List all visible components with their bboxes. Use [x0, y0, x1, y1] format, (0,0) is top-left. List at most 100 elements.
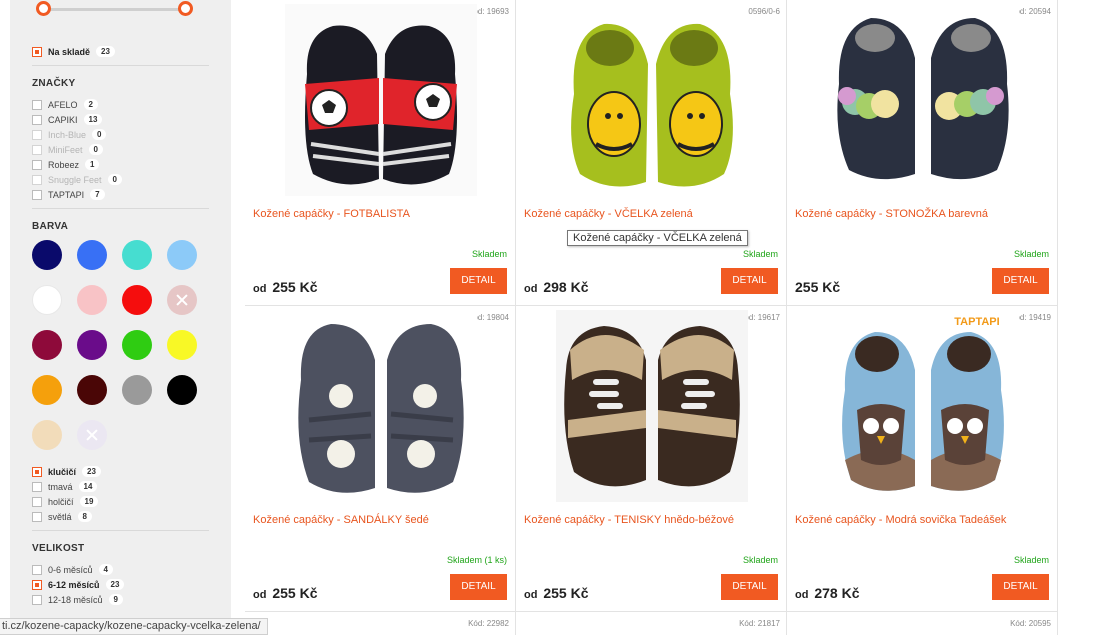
- detail-button[interactable]: DETAIL: [450, 574, 507, 600]
- slider-min-handle[interactable]: [36, 1, 51, 16]
- in-stock-label: Na skladě: [48, 46, 91, 57]
- color-swatch-black[interactable]: [167, 375, 197, 405]
- brand-checkbox[interactable]: [32, 99, 42, 110]
- product-card[interactable]: Kód: 20594 Kožené capáčky - STONOŽKA bar…: [787, 0, 1058, 306]
- gender-checkbox[interactable]: [32, 481, 42, 492]
- size-checkbox[interactable]: [32, 594, 42, 605]
- brand-checkbox[interactable]: [32, 189, 42, 200]
- product-price: 255 Kč: [795, 279, 840, 295]
- size-filter-0-6[interactable]: 0-6 měsíců 4: [32, 562, 209, 577]
- product-title-link[interactable]: Kožené capáčky - FOTBALISTA: [253, 208, 410, 220]
- slider-track: [42, 8, 189, 11]
- color-swatch-navy[interactable]: [32, 240, 62, 270]
- product-image[interactable]: [285, 4, 477, 196]
- product-card[interactable]: Kód: 19617 Kožené capáčky - TENISKY hněd…: [516, 306, 787, 612]
- product-title-link[interactable]: Kožené capáčky - SANDÁLKY šedé: [253, 514, 429, 526]
- brand-checkbox[interactable]: [32, 159, 42, 170]
- in-stock-checkbox[interactable]: [32, 46, 42, 57]
- product-price: od 255 Kč: [253, 585, 318, 601]
- size-filter-12-18[interactable]: 12-18 měsíců 9: [32, 592, 209, 607]
- product-card[interactable]: Kód: 21817: [516, 612, 787, 635]
- color-swatch-red[interactable]: [122, 285, 152, 315]
- slider-max-handle[interactable]: [178, 1, 193, 16]
- size-checkbox[interactable]: [32, 564, 42, 575]
- size-title: VELIKOST: [32, 543, 85, 554]
- gender-filter-dark[interactable]: tmavá 14: [32, 479, 209, 494]
- brand-checkbox: [32, 129, 42, 140]
- product-image[interactable]: [827, 4, 1019, 196]
- filter-count: 8: [77, 511, 92, 522]
- product-card[interactable]: Kód: 19693 Kožené capáčky - FOTBALISTA S…: [245, 0, 516, 306]
- gender-checkbox[interactable]: [32, 466, 42, 477]
- product-image[interactable]: [285, 310, 477, 502]
- color-swatch-beige[interactable]: [32, 420, 62, 450]
- gender-filter-light[interactable]: světlá 8: [32, 509, 209, 524]
- color-swatch-turquoise[interactable]: [122, 240, 152, 270]
- size-filter-6-12[interactable]: 6-12 měsíců 23: [32, 577, 209, 592]
- color-swatch-orange[interactable]: [32, 375, 62, 405]
- color-swatch-purple[interactable]: [77, 330, 107, 360]
- detail-button[interactable]: DETAIL: [721, 574, 778, 600]
- brands-list: AFELO 2 CAPIKI 13 Inch-Blue 0 MiniFeet 0 Rob…: [32, 97, 209, 202]
- brand-filter-capiki[interactable]: CAPIKI 13: [32, 112, 209, 127]
- brand-filter-robeez[interactable]: Robeez 1: [32, 157, 209, 172]
- product-image[interactable]: [556, 310, 748, 502]
- price-prefix: od: [253, 589, 267, 601]
- product-title-link[interactable]: Kožené capáčky - VČELKA zelená: [524, 208, 693, 220]
- filter-count: 13: [83, 114, 103, 125]
- color-swatch-grey[interactable]: [122, 375, 152, 405]
- color-swatch-green[interactable]: [122, 330, 152, 360]
- color-swatch-brown[interactable]: [77, 375, 107, 405]
- product-card[interactable]: Kód: 19419 TAPTAPI Kožené capáčky - Modr…: [787, 306, 1058, 612]
- in-stock-filter[interactable]: Na skladě 23: [32, 44, 209, 59]
- brand-filter-minifeet: MiniFeet 0: [32, 142, 209, 157]
- status-bar-url: ti.cz/kozene-capacky/kozene-capacky-vcel…: [0, 618, 268, 635]
- filter-count: 0: [88, 144, 103, 155]
- product-title-link[interactable]: Kožené capáčky - Modrá sovička Tadeášek: [795, 514, 1006, 526]
- gender-label: tmavá: [48, 481, 73, 492]
- gender-checkbox[interactable]: [32, 496, 42, 507]
- stock-status: Skladem: [1013, 555, 1049, 565]
- brand-checkbox[interactable]: [32, 114, 42, 125]
- product-image[interactable]: [556, 4, 748, 196]
- product-card[interactable]: Kód: 22982: [245, 612, 516, 635]
- product-price: od 255 Kč: [253, 279, 318, 295]
- product-code: Kód: 20595: [1010, 619, 1051, 628]
- product-price: od 278 Kč: [795, 585, 860, 601]
- detail-button[interactable]: DETAIL: [992, 574, 1049, 600]
- stock-status: Skladem: [742, 555, 778, 565]
- brand-label: Snuggle Feet: [48, 174, 102, 185]
- color-swatch-pink[interactable]: [77, 285, 107, 315]
- product-card[interactable]: Kód: 19804 Kožené capáčky - SANDÁLKY šed…: [245, 306, 516, 612]
- detail-button[interactable]: DETAIL: [721, 268, 778, 294]
- gender-filter-girl[interactable]: holčičí 19: [32, 494, 209, 509]
- price-range-slider[interactable]: [32, 0, 209, 20]
- brand-filter-afelo[interactable]: AFELO 2: [32, 97, 209, 112]
- product-image[interactable]: TAPTAPI: [827, 310, 1019, 502]
- color-swatch-yellow[interactable]: [167, 330, 197, 360]
- product-price: od 255 Kč: [524, 585, 589, 601]
- brand-filter-taptapi[interactable]: TAPTAPI 7: [32, 187, 209, 202]
- product-price: od 298 Kč: [524, 279, 589, 295]
- product-title-link[interactable]: Kožené capáčky - TENISKY hnědo-béžové: [524, 514, 734, 526]
- detail-button[interactable]: DETAIL: [450, 268, 507, 294]
- filter-count: 7: [90, 189, 105, 200]
- detail-button[interactable]: DETAIL: [992, 268, 1049, 294]
- size-label: 0-6 měsíců: [48, 564, 93, 575]
- filter-count: 0: [92, 129, 107, 140]
- size-label: 6-12 měsíců: [48, 579, 100, 590]
- color-swatch-blue[interactable]: [77, 240, 107, 270]
- price-prefix: od: [253, 283, 267, 295]
- stock-status: Skladem: [471, 249, 507, 259]
- color-swatch-light-blue[interactable]: [167, 240, 197, 270]
- gender-filter-boy[interactable]: klučičí 23: [32, 464, 209, 479]
- product-card[interactable]: Kód: 20595: [787, 612, 1058, 635]
- color-swatch-burgundy[interactable]: [32, 330, 62, 360]
- product-card[interactable]: Kód: 20596/0-6 Kožené capáčky - VČELKA z…: [516, 0, 787, 306]
- size-checkbox[interactable]: [32, 579, 42, 590]
- product-code: Kód: 21817: [739, 619, 780, 628]
- product-title-link[interactable]: Kožené capáčky - STONOŽKA barevná: [795, 208, 988, 220]
- gender-checkbox[interactable]: [32, 511, 42, 522]
- brand-label: Inch-Blue: [48, 129, 87, 140]
- color-swatch-white[interactable]: [32, 285, 62, 315]
